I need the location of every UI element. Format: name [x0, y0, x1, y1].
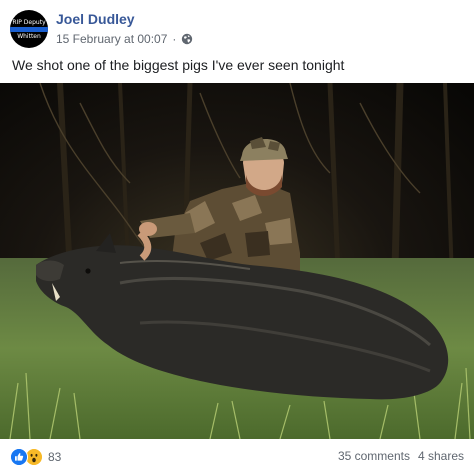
post-meta: 15 February at 00:07 · [56, 31, 193, 47]
avatar-blue-line [10, 27, 48, 32]
like-icon [10, 448, 28, 466]
facebook-post: RIP Deputy Whitten Joel Dudley 15 Februa… [0, 0, 474, 475]
post-footer: 83 35 comments 4 shares [0, 440, 474, 475]
post-caption: We shot one of the biggest pigs I've eve… [12, 57, 345, 73]
avatar-text-top: RIP Deputy [12, 19, 46, 26]
post-date[interactable]: 15 February at 00:07 [56, 32, 167, 46]
post-photo[interactable] [0, 83, 474, 439]
comments-link[interactable]: 35 comments [338, 449, 410, 463]
reactions-summary[interactable]: 83 [10, 448, 61, 466]
reaction-count: 83 [48, 450, 62, 464]
author-name[interactable]: Joel Dudley [56, 11, 135, 27]
post-header: RIP Deputy Whitten Joel Dudley 15 Februa… [0, 0, 474, 56]
globe-icon[interactable] [181, 33, 193, 45]
shares-link[interactable]: 4 shares [418, 449, 464, 463]
post-date-separator: · [172, 32, 177, 46]
post-stats: 35 comments 4 shares [338, 449, 464, 463]
avatar-text-bottom: Whitten [17, 33, 41, 40]
avatar[interactable]: RIP Deputy Whitten [10, 10, 48, 48]
photo-image [0, 83, 474, 439]
